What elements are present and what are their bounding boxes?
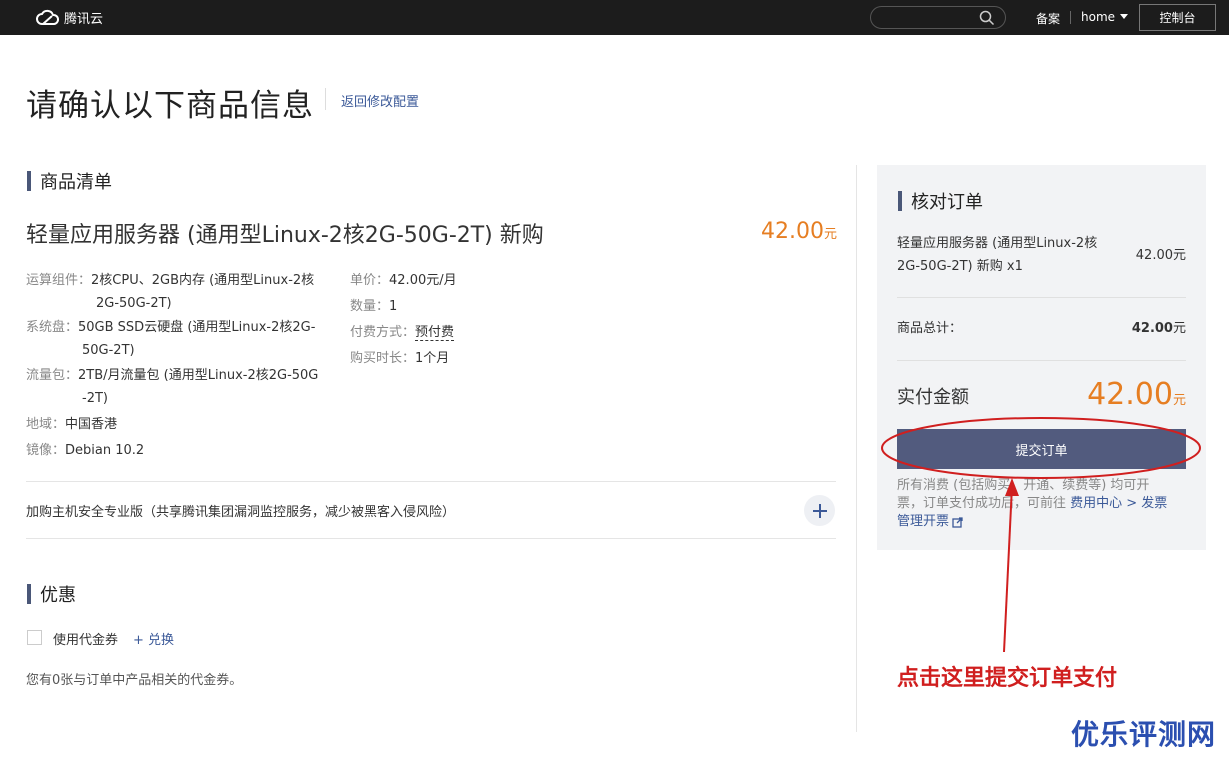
spec-image: 镜像：Debian 10.2	[26, 439, 144, 462]
invoice-note-line: 所有消费 (包括购买、开通、续费等) 均可开	[897, 478, 1150, 493]
spec-value: 2TB/月流量包 (通用型Linux-2核2G-50G	[78, 368, 319, 383]
use-coupon-checkbox[interactable]	[27, 630, 42, 645]
search-icon[interactable]	[979, 10, 995, 26]
spec-value: Debian 10.2	[65, 443, 145, 458]
spec-value: -2T)	[82, 391, 108, 406]
addon-security-text: 加购主机安全专业版（共享腾讯集团漏洞监控服务，减少被黑客入侵风险）	[26, 505, 456, 520]
spec-region: 地域：中国香港	[26, 413, 117, 436]
home-label: home	[1081, 10, 1116, 24]
spec-quantity: 数量：1	[350, 295, 397, 318]
caret-down-icon	[1120, 14, 1129, 19]
order-item-price: 42.00元	[1135, 248, 1186, 263]
order-section-title: 核对订单	[911, 192, 983, 213]
goods-total-value: 42.00元	[1132, 317, 1186, 340]
order-item-line: 2G-50G-2T) 新购 x1	[897, 259, 1023, 274]
title-divider	[325, 88, 326, 110]
product-price-unit: 元	[823, 227, 837, 242]
spec-value: 2核CPU、2GB内存 (通用型Linux-2核	[91, 273, 315, 288]
spec-label: 单价：	[350, 273, 390, 288]
goods-section-header: 商品清单	[27, 168, 112, 194]
spec-value: 1	[389, 299, 398, 314]
invoice-manage-link[interactable]: 管理开票	[897, 513, 949, 531]
watermark: 优乐评测网	[1071, 718, 1217, 751]
order-summary-panel: 核对订单 轻量应用服务器 (通用型Linux-2核 2G-50G-2T) 新购 …	[877, 165, 1206, 550]
exchange-coupon-link[interactable]: + 兑换	[133, 629, 174, 648]
discount-section-title: 优惠	[40, 585, 76, 606]
product-title: 轻量应用服务器 (通用型Linux-2核2G-50G-2T) 新购	[26, 223, 544, 248]
spec-label: 运算组件：	[26, 273, 92, 288]
page-title: 请确认以下商品信息	[26, 88, 314, 124]
actual-pay-value: 42.00	[1087, 377, 1173, 412]
spec-label: 地域：	[26, 417, 66, 432]
pay-type-value[interactable]: 预付费	[415, 325, 455, 341]
spec-value: 2G-50G-2T)	[96, 296, 172, 311]
spec-label: 购买时长：	[350, 351, 416, 366]
nav-beian-link[interactable]: 备案	[1036, 10, 1060, 27]
external-link-icon[interactable]	[952, 516, 963, 528]
nav-divider	[1070, 11, 1071, 24]
invoice-note-line: 票，订单支付成功后，可前往	[897, 496, 1071, 511]
spec-value: 1个月	[415, 351, 450, 366]
add-security-button[interactable]	[804, 495, 835, 526]
panel-divider	[897, 297, 1186, 298]
spec-label: 系统盘：	[26, 320, 79, 335]
billing-center-link[interactable]: 费用中心 > 发票	[1070, 496, 1167, 511]
spec-label: 付费方式：	[350, 325, 416, 340]
actual-pay-unit: 元	[1172, 393, 1186, 408]
goods-total-unit: 元	[1172, 321, 1186, 336]
top-navbar: 腾讯云 备案 home 控制台	[0, 0, 1229, 35]
order-item-line: 轻量应用服务器 (通用型Linux-2核	[897, 236, 1098, 251]
divider	[26, 538, 836, 539]
spec-compute: 运算组件：2核CPU、2GB内存 (通用型Linux-2核 2G-50G-2T)	[26, 269, 336, 315]
logo-text: 腾讯云	[64, 12, 104, 27]
divider	[26, 481, 836, 482]
discount-section-header: 优惠	[27, 581, 76, 607]
spec-traffic: 流量包：2TB/月流量包 (通用型Linux-2核2G-50G -2T)	[26, 364, 336, 410]
goods-section-title: 商品清单	[40, 172, 112, 193]
spec-label: 镜像：	[26, 443, 66, 458]
home-dropdown[interactable]: home	[1081, 10, 1129, 24]
goods-total-label: 商品总计：	[897, 321, 963, 336]
spec-unit-price: 单价：42.00元/月	[350, 269, 457, 292]
annotation-text: 点击这里提交订单支付	[897, 665, 1118, 691]
spec-value: 42.00元/月	[389, 273, 457, 288]
product-price-value: 42.00	[761, 219, 824, 244]
spec-pay-type: 付费方式：预付费	[350, 321, 455, 344]
goods-total-amount: 42.00	[1131, 321, 1173, 336]
spec-label: 流量包：	[26, 368, 79, 383]
spec-value: 50GB SSD云硬盘 (通用型Linux-2核2G-	[78, 320, 316, 335]
section-bar	[27, 171, 31, 191]
spec-label: 数量：	[350, 299, 390, 314]
submit-order-button[interactable]: 提交订单	[897, 429, 1186, 469]
actual-pay-amount: 42.00元	[1087, 377, 1186, 412]
back-modify-config-link[interactable]: 返回修改配置	[341, 91, 419, 110]
use-coupon-label[interactable]: 使用代金券	[53, 629, 118, 648]
search-input[interactable]	[870, 6, 1006, 29]
order-item-name: 轻量应用服务器 (通用型Linux-2核 2G-50G-2T) 新购 x1	[897, 232, 1127, 278]
console-button[interactable]: 控制台	[1139, 4, 1216, 31]
invoice-note: 所有消费 (包括购买、开通、续费等) 均可开 票，订单支付成功后，可前往 费用中…	[897, 477, 1187, 531]
coupon-note: 您有0张与订单中产品相关的代金券。	[26, 673, 243, 688]
plus-icon	[812, 503, 827, 518]
spec-value: 中国香港	[65, 417, 118, 432]
product-price: 42.00元	[761, 219, 837, 244]
spec-value: 50G-2T)	[82, 343, 135, 358]
section-bar	[898, 191, 902, 211]
tencent-cloud-logo[interactable]: 腾讯云	[36, 8, 103, 27]
section-bar	[27, 584, 31, 604]
spec-system-disk: 系统盘：50GB SSD云硬盘 (通用型Linux-2核2G- 50G-2T)	[26, 316, 336, 362]
cloud-logo-icon	[36, 9, 60, 25]
spec-duration: 购买时长：1个月	[350, 347, 449, 370]
column-divider	[856, 165, 857, 732]
actual-pay-label: 实付金额	[897, 387, 969, 408]
panel-divider	[897, 360, 1186, 361]
order-section-header: 核对订单	[898, 188, 983, 214]
